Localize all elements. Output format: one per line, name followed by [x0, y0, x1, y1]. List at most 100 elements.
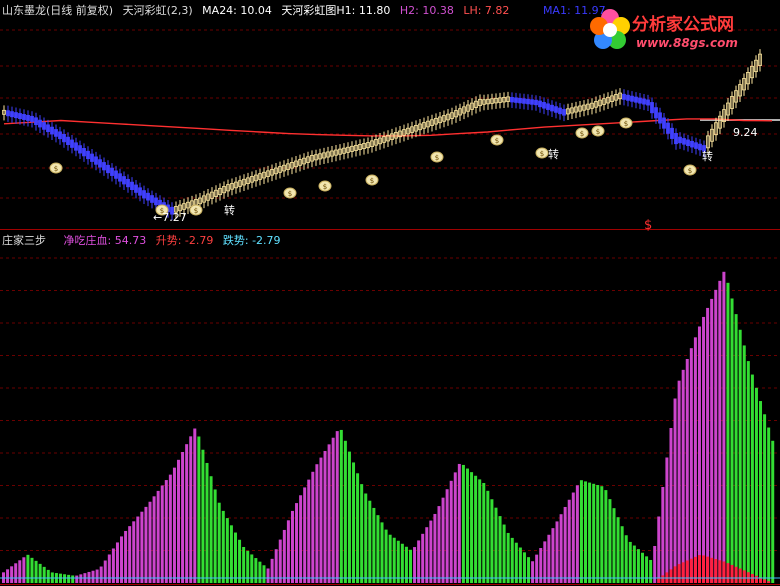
histogram-bar — [347, 451, 351, 583]
money-bag-icon: $ — [683, 164, 697, 176]
candle-body — [630, 95, 634, 102]
rise-bar — [697, 555, 701, 583]
money-bag-icon: $ — [318, 180, 332, 192]
histogram-bar — [95, 569, 99, 583]
candle-body — [510, 96, 514, 103]
bag-symbol: $ — [370, 177, 374, 185]
histogram-bar — [702, 316, 706, 583]
h2-value: H2: 10.38 — [399, 4, 454, 17]
histogram-bar — [372, 507, 376, 583]
histogram-bar — [685, 359, 689, 583]
histogram-bar — [697, 326, 701, 583]
candle-body — [538, 100, 542, 108]
histogram-bar — [616, 517, 620, 583]
stock-name: 山东墨龙 — [2, 4, 46, 17]
histogram-bar — [262, 565, 266, 583]
histogram-bar — [400, 543, 404, 583]
histogram-bar — [669, 428, 673, 583]
histogram-bar — [46, 569, 50, 583]
histogram-bar — [498, 516, 502, 583]
histogram-bar — [128, 526, 132, 583]
histogram-bar — [547, 534, 551, 583]
rise-bar — [673, 566, 677, 583]
histogram-bar — [364, 493, 368, 583]
money-bag-icon: $ — [365, 174, 379, 186]
candle-body — [130, 181, 134, 191]
histogram-bar — [201, 449, 205, 583]
candles — [2, 49, 762, 221]
candle-body — [686, 139, 690, 147]
histogram-bar — [592, 483, 596, 583]
candle-body — [86, 150, 90, 160]
candle-body — [674, 133, 678, 145]
histogram-bar — [543, 541, 547, 583]
candle-body — [58, 131, 62, 140]
candle-body — [134, 184, 138, 193]
histogram-bar — [453, 472, 457, 583]
histogram-bar — [718, 280, 722, 583]
histogram-bar — [26, 554, 30, 583]
histogram-bar — [767, 427, 771, 583]
histogram-bar — [299, 495, 303, 583]
bag-symbol: $ — [540, 150, 544, 158]
histogram-bar — [18, 560, 22, 583]
histogram-bar — [465, 468, 469, 583]
candle-body — [542, 102, 546, 109]
logo: 分析家公式网 www.88gs.com — [588, 2, 776, 60]
histogram-bar — [738, 329, 742, 583]
money-bag-icon: $ — [430, 151, 444, 163]
logo-text: 分析家公式网 — [632, 15, 734, 35]
histogram-bar — [396, 540, 400, 583]
histogram-bar — [555, 521, 559, 583]
histogram-bar — [575, 485, 579, 583]
histogram-bar — [132, 521, 136, 583]
histogram-bar — [750, 374, 754, 583]
candle-body — [650, 102, 654, 114]
histogram-bar — [657, 516, 661, 583]
candle-body — [646, 99, 650, 106]
histogram-bar — [490, 499, 494, 583]
rise-bar — [718, 560, 722, 583]
candle-body — [66, 136, 70, 146]
candle-body — [546, 103, 550, 110]
histogram-bar — [514, 542, 518, 583]
candle-body — [642, 98, 646, 105]
histogram-bar — [689, 348, 693, 583]
histogram-bar — [34, 560, 38, 583]
rise-bar — [742, 570, 746, 583]
rise-bar — [693, 556, 697, 583]
bag-symbol: $ — [596, 128, 600, 136]
histogram-bar — [67, 574, 71, 583]
candle-body — [6, 110, 10, 117]
rise-bar — [763, 579, 767, 583]
candle-body — [82, 148, 86, 157]
turn-label-2: 转 — [548, 147, 559, 161]
candle-body — [22, 114, 26, 120]
candle-body — [42, 122, 46, 130]
candle-body — [102, 162, 106, 171]
candle-body — [138, 187, 142, 196]
histogram-bar — [437, 506, 441, 583]
histogram-bar — [331, 437, 335, 583]
candle-body — [90, 153, 94, 162]
histogram-bar — [22, 557, 26, 583]
bag-symbol: $ — [495, 137, 499, 145]
candle-body — [626, 94, 630, 101]
rise-bar — [730, 564, 734, 583]
histogram-bar — [193, 428, 197, 583]
histogram-bar — [722, 271, 726, 583]
histogram-bar — [596, 485, 600, 583]
candle-body — [10, 111, 14, 118]
candle-body — [622, 93, 626, 100]
rise-bar — [706, 556, 710, 583]
money-signal-label: $ — [644, 218, 652, 233]
histogram-bar — [510, 537, 514, 583]
histogram-bar — [726, 282, 730, 583]
histogram-bar — [584, 481, 588, 583]
bottom-legend: 庄家三步 净吃庄血: 54.73 升势: -2.79 跌势: -2.79 — [2, 232, 287, 248]
histogram-bars — [0, 271, 780, 583]
histogram-bar — [376, 515, 380, 583]
histogram-bar — [120, 536, 124, 583]
low-price-label: ←7.27 — [153, 211, 187, 224]
top-legend: 山东墨龙(日线 前复权) 天河彩虹(2,3) MA24: 10.04 天河彩虹图… — [2, 2, 612, 18]
